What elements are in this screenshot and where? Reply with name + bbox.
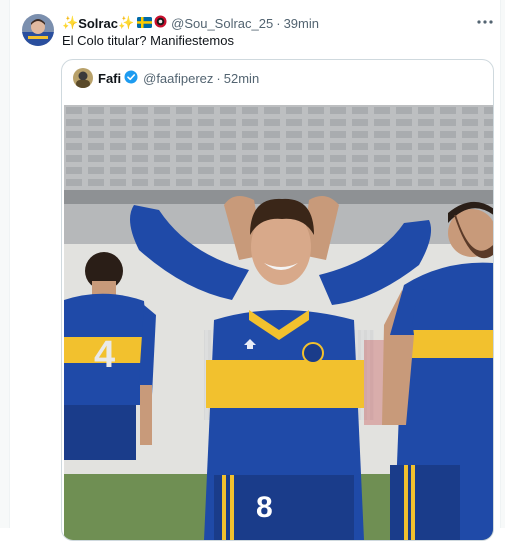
sparkle-emoji: ✨ [62, 15, 79, 30]
right-gutter [500, 0, 505, 528]
tweet-timestamp[interactable]: 39min [284, 16, 319, 31]
more-horizontal-icon [477, 20, 493, 24]
tweet-text: El Colo titular? Manifiestemos [62, 33, 234, 48]
tweet-header: ✨ Solrac ✨ @Sou_Solrac_25 · 39min [62, 14, 319, 32]
separator-dot: · [276, 15, 281, 31]
sparkle-emoji: ✨ [117, 15, 135, 30]
quote-author-avatar[interactable] [73, 68, 93, 88]
club-crest-icon [154, 15, 167, 31]
author-display-name[interactable]: Solrac [78, 16, 118, 31]
quote-author-handle[interactable]: @faafiperez [143, 71, 213, 86]
more-options-button[interactable] [473, 12, 497, 32]
quote-header: Fafi @faafiperez · 52min [73, 68, 259, 88]
quote-media-photo[interactable]: 4 8 [64, 105, 493, 540]
sweden-flag-icon [137, 16, 153, 31]
left-jersey-number: 4 [94, 334, 115, 376]
quote-tweet-card[interactable]: Fafi @faafiperez · 52min 4 8 [61, 59, 494, 541]
separator-dot: · [216, 70, 221, 86]
center-jersey-number: 8 [256, 491, 273, 524]
left-gutter [0, 0, 10, 528]
author-avatar[interactable] [22, 14, 54, 46]
quote-timestamp[interactable]: 52min [224, 71, 259, 86]
verified-badge-icon [124, 70, 138, 87]
quote-author-display-name[interactable]: Fafi [98, 71, 121, 86]
author-handle[interactable]: @Sou_Solrac_25 [171, 16, 273, 31]
